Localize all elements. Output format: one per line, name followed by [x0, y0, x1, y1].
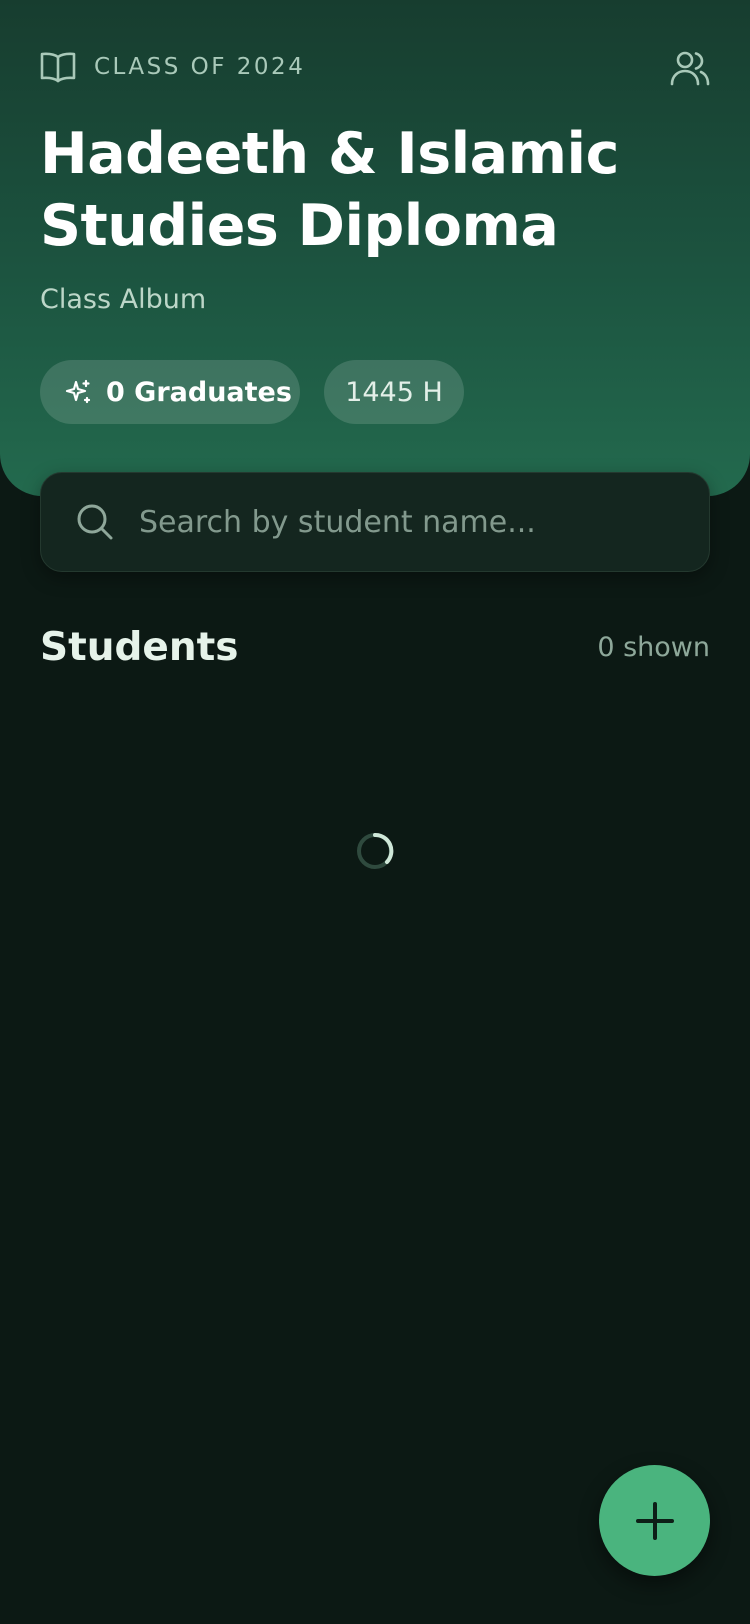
plus-icon — [633, 1499, 677, 1543]
search-bar[interactable] — [40, 472, 710, 572]
search-icon — [41, 502, 115, 542]
page-subtitle: Class Album — [40, 284, 207, 315]
class-label-row: CLASS OF 2024 — [40, 50, 305, 84]
hijri-year-label: 1445 H — [345, 376, 443, 408]
header-banner: CLASS OF 2024 Hadeeth & Islamic Studies … — [0, 0, 750, 496]
page-title: Hadeeth & Islamic Studies Diploma — [40, 121, 619, 259]
people-icon — [669, 47, 711, 89]
graduates-count-label: 0 Graduates — [106, 376, 292, 408]
hijri-year-badge: 1445 H — [324, 360, 464, 424]
add-student-button[interactable] — [599, 1465, 710, 1576]
class-of-label: CLASS OF 2024 — [94, 54, 306, 80]
sparkle-icon — [64, 378, 92, 406]
search-input[interactable] — [139, 492, 679, 552]
class-album-screen: CLASS OF 2024 Hadeeth & Islamic Studies … — [0, 0, 750, 1624]
students-heading: Students — [40, 625, 239, 670]
graduates-count-badge: 0 Graduates — [40, 360, 300, 424]
open-book-icon — [40, 50, 76, 84]
classmates-button[interactable] — [666, 44, 714, 92]
students-count: 0 shown — [597, 632, 710, 663]
